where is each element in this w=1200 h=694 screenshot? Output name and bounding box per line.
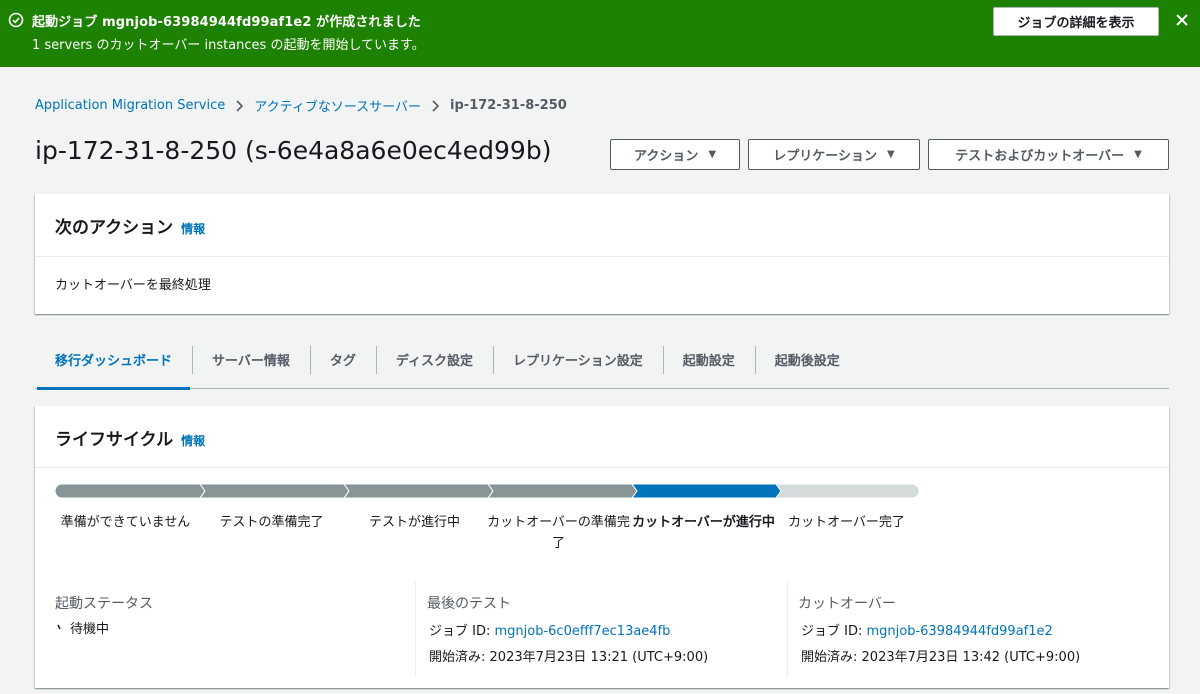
tab-post-launch-settings[interactable]: 起動後設定 [754,331,860,389]
last-test-title: 最後のテスト [427,596,511,612]
lifecycle-title: ライフサイクル [55,430,174,450]
tab-launch-settings[interactable]: 起動設定 [662,331,755,389]
cutover-job-row: ジョブ ID: mgnjob-63984944fd99af1e2 [801,620,1053,639]
replication-button-label: レプリケーション [773,149,878,164]
lifecycle-step-segment [487,483,638,499]
close-icon[interactable] [1174,12,1190,28]
actions-button-label: アクション [633,149,699,164]
cutover-job-link[interactable]: mgnjob-63984944fd99af1e2 [867,624,1053,639]
cutover-started-value: 2023年7月23日 13:42 (UTC+9:00) [861,650,1081,665]
launch-status-value: 待機中 [70,622,110,637]
panel-title: 次のアクション 情報 [55,213,205,238]
launch-status-column: 起動ステータス 待機中 [55,582,415,676]
tab-replication-settings[interactable]: レプリケーション設定 [493,331,663,389]
test-cutover-button-label: テストおよびカットオーバー [955,149,1125,164]
actions-dropdown-button[interactable]: アクション ▼ [610,139,740,170]
flash-message: 1 servers のカットオーバー instances の起動を開始しています… [32,38,425,53]
replication-dropdown-button[interactable]: レプリケーション ▼ [748,139,920,170]
panel-header: 次のアクション 情報 [35,194,1169,257]
flash-title: 起動ジョブ mgnjob-63984944fd99af1e2 が作成されました [32,15,421,30]
started-label: 開始済み: [429,650,486,665]
chevron-right-icon [432,99,440,112]
launch-status-title: 起動ステータス [55,596,153,612]
next-action-text: カットオーバーを最終処理 [55,278,211,293]
lifecycle-step-label: カットオーバー完了 [788,515,905,530]
cutover-title: カットオーバー [798,596,896,612]
lifecycle-step-segment [343,483,494,499]
started-label: 開始済み: [801,650,858,665]
lifecycle-step-segment [55,483,206,499]
success-flash-banner: 起動ジョブ mgnjob-63984944fd99af1e2 が作成されました … [0,0,1200,67]
lifecycle-step-label: テストの準備完了 [219,515,324,530]
tab-tags[interactable]: タグ [309,331,376,389]
breadcrumb: Application Migration Service アクティブなソースサ… [35,96,567,115]
last-test-started-row: 開始済み: 2023年7月23日 13:21 (UTC+9:00) [429,646,708,665]
cutover-started-row: 開始済み: 2023年7月23日 13:42 (UTC+9:00) [801,646,1080,665]
chevron-right-icon [236,99,244,112]
lifecycle-step-label-current: カットオーバーが進行中 [632,515,775,530]
lifecycle-step-label: テストが進行中 [368,515,460,530]
tab-disk-settings[interactable]: ディスク設定 [375,331,493,389]
last-test-job-link[interactable]: mgnjob-6c0efff7ec13ae4fb [495,624,671,639]
last-test-started-value: 2023年7月23日 13:21 (UTC+9:00) [489,650,709,665]
info-link[interactable]: 情報 [181,222,205,236]
caret-down-icon: ▼ [1134,149,1142,160]
last-test-job-row: ジョブ ID: mgnjob-6c0efff7ec13ae4fb [429,620,670,639]
page-title: ip-172-31-8-250 (s-6e4a8a6e0ec4ed99b) [35,136,552,165]
breadcrumb-link-source-servers[interactable]: アクティブなソースサーバー [254,96,421,115]
lifecycle-step-segment [631,483,782,499]
breadcrumb-link-service[interactable]: Application Migration Service [35,98,225,113]
job-id-label: ジョブ ID: [429,624,491,639]
lifecycle-step-label: カットオーバーの準備完了 [487,515,630,551]
lifecycle-step-label: 準備ができていません [60,515,191,530]
launch-status-value-row: 待機中 [55,618,109,637]
pending-spinner-icon [57,624,61,629]
tab-migration-dashboard[interactable]: 移行ダッシュボード [35,331,192,390]
next-action-panel: 次のアクション 情報 カットオーバーを最終処理 [35,194,1169,314]
caret-down-icon: ▼ [887,149,895,160]
caret-down-icon: ▼ [708,149,717,160]
tab-server-info[interactable]: サーバー情報 [192,331,310,389]
panel-title: ライフサイクル 情報 [55,425,205,450]
last-test-column: 最後のテスト ジョブ ID: mgnjob-6c0efff7ec13ae4fb … [415,582,787,676]
lifecycle-step-segment [199,483,350,499]
lifecycle-step-segment [775,483,920,499]
test-cutover-dropdown-button[interactable]: テストおよびカットオーバー ▼ [928,139,1169,170]
job-id-label: ジョブ ID: [801,624,863,639]
view-job-details-button[interactable]: ジョブの詳細を表示 [993,7,1159,36]
next-action-title: 次のアクション [55,218,174,238]
cutover-column: カットオーバー ジョブ ID: mgnjob-63984944fd99af1e2… [787,582,1169,676]
panel-header: ライフサイクル 情報 [35,406,1169,468]
tab-bar: 移行ダッシュボード サーバー情報 タグ ディスク設定 レプリケーション設定 起動… [35,331,1169,390]
info-link[interactable]: 情報 [181,434,205,448]
success-check-icon [8,12,24,28]
lifecycle-progress-bar [55,483,920,499]
breadcrumb-current: ip-172-31-8-250 [450,98,567,113]
